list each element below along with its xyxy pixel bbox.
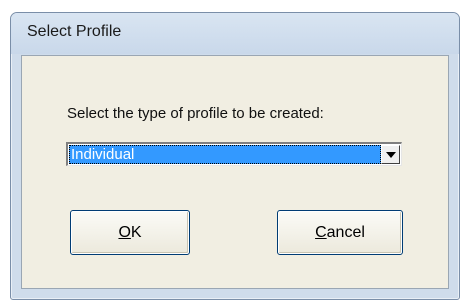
ok-button-mnemonic: O <box>118 224 131 241</box>
dropdown-button[interactable] <box>381 145 400 164</box>
title-bar[interactable]: Select Profile <box>11 13 459 54</box>
cancel-button[interactable]: Cancel <box>277 210 403 255</box>
chevron-down-icon <box>386 152 396 158</box>
cancel-button-label-rest: ancel <box>326 224 365 241</box>
ok-button[interactable]: OK <box>70 210 190 255</box>
profile-type-dropdown[interactable]: Individual <box>66 142 402 166</box>
profile-type-selected-value[interactable]: Individual <box>69 145 381 164</box>
profile-type-prompt: Select the type of profile to be created… <box>67 105 324 122</box>
ok-button-label-rest: K <box>130 224 142 241</box>
window-title: Select Profile <box>27 23 122 40</box>
select-profile-dialog: Select Profile Select the type of profil… <box>10 12 460 300</box>
dialog-client-area: Select the type of profile to be created… <box>21 55 449 289</box>
cancel-button-mnemonic: C <box>315 224 327 241</box>
